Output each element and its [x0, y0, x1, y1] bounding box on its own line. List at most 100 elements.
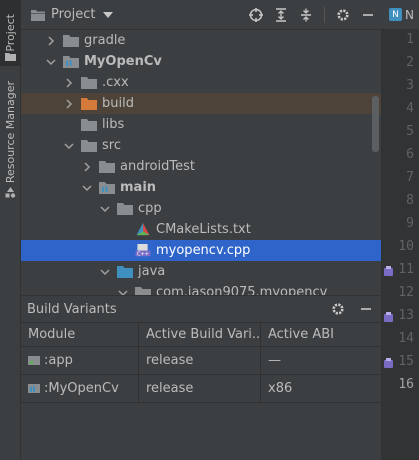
module-folder-icon	[63, 56, 79, 68]
line-number: 12	[398, 285, 414, 300]
minimize-icon[interactable]	[361, 8, 375, 22]
tree-item-libs[interactable]: libs	[21, 114, 381, 135]
folder-icon	[63, 35, 79, 47]
tree-item-label: MyOpenCv	[84, 54, 162, 69]
table-row[interactable]: :app release —	[21, 347, 381, 375]
build-variant-cell[interactable]: release	[139, 347, 261, 374]
tree-item-label: cpp	[138, 201, 162, 216]
folder-icon	[81, 140, 97, 152]
tree-item-cxx[interactable]: .cxx	[21, 72, 381, 93]
folder-icon	[117, 203, 133, 215]
chevron-right-icon[interactable]	[63, 98, 75, 110]
resource-manager-icon	[5, 187, 16, 198]
line-number: 10	[398, 239, 414, 254]
library-module-icon	[28, 384, 40, 393]
line-number: 7	[406, 170, 414, 185]
tree-item-androidtest[interactable]: androidTest	[21, 156, 381, 177]
folder-icon	[99, 161, 115, 173]
editor-tab-label: N	[405, 7, 414, 22]
build-variants-title: Build Variants	[27, 301, 117, 317]
chevron-right-icon[interactable]	[81, 161, 93, 173]
build-variants-header: Build Variants	[21, 296, 381, 322]
resource-manager-tab-label: Resource Manager	[4, 80, 17, 184]
project-folder-icon	[31, 9, 45, 21]
tree-item-cpp[interactable]: cpp	[21, 198, 381, 219]
chevron-down-icon[interactable]	[45, 56, 57, 68]
tree-item-label: com.jason9075.myopencv	[156, 285, 328, 295]
package-folder-icon	[135, 287, 151, 295]
line-number: 3	[406, 78, 414, 93]
build-variant-cell[interactable]: release	[139, 375, 261, 402]
module-cell: :MyOpenCv	[21, 375, 139, 402]
line-number: 9	[406, 216, 414, 231]
module-name: :MyOpenCv	[44, 381, 119, 396]
navigate-to-declaration-icon[interactable]	[384, 358, 393, 368]
abi-cell[interactable]: x86	[261, 375, 381, 402]
tree-item-java[interactable]: java	[21, 261, 381, 282]
gear-icon[interactable]	[336, 8, 350, 22]
abi-cell[interactable]: —	[261, 347, 381, 374]
gear-icon[interactable]	[331, 302, 345, 316]
project-tab-label: Project	[4, 14, 17, 52]
tree-item-build[interactable]: build	[21, 93, 381, 114]
chevron-down-icon[interactable]	[63, 140, 75, 152]
app-module-icon	[28, 356, 40, 365]
editor-tab[interactable]: N N	[381, 0, 419, 30]
line-number: 13	[398, 308, 414, 323]
tree-item-src[interactable]: src	[21, 135, 381, 156]
build-variants-table: Module Active Build Vari... Active ABI :…	[21, 322, 381, 403]
java-source-folder-icon	[117, 266, 133, 278]
excluded-folder-icon	[81, 98, 97, 110]
chevron-down-icon[interactable]	[99, 203, 111, 215]
module-cell: :app	[21, 347, 139, 374]
column-header-active-build-variant[interactable]: Active Build Vari...	[139, 323, 261, 346]
tree-item-gradle[interactable]: gradle	[21, 30, 381, 51]
project-tree: gradle MyOpenCv .cxx build libs src andr…	[21, 30, 381, 295]
view-selector-chevron-down-icon[interactable]	[103, 11, 114, 18]
line-number: 4	[406, 101, 414, 116]
cmake-file-icon	[136, 223, 150, 236]
line-number: 2	[406, 55, 414, 70]
file-type-icon: N	[389, 8, 402, 21]
column-header-module[interactable]: Module	[21, 323, 139, 346]
minimize-icon[interactable]	[359, 302, 373, 316]
tree-item-label: main	[120, 180, 157, 195]
tree-item-myopencv[interactable]: MyOpenCv	[21, 51, 381, 72]
current-line-number: 16	[398, 377, 414, 392]
line-number: 6	[406, 147, 414, 162]
build-variants-panel: Build Variants Module Active Build Vari.…	[21, 295, 381, 460]
locate-icon[interactable]	[249, 7, 263, 22]
tree-item-cmakelists[interactable]: CMakeLists.txt	[21, 219, 381, 240]
table-header-row: Module Active Build Vari... Active ABI	[21, 322, 381, 347]
collapse-all-icon[interactable]	[299, 8, 313, 22]
project-panel: Project gradle MyOpenCv .cxx build libs …	[21, 0, 381, 295]
toolbar-separator	[324, 6, 325, 23]
chevron-right-icon[interactable]	[45, 35, 57, 47]
module-name: :app	[44, 353, 73, 368]
tree-item-label: .cxx	[102, 75, 129, 90]
line-number: 8	[406, 193, 414, 208]
chevron-right-icon[interactable]	[63, 77, 75, 89]
tree-item-label: libs	[102, 117, 125, 132]
tree-item-myopencv-cpp[interactable]: C++ myopencv.cpp	[21, 240, 381, 261]
navigate-to-declaration-icon[interactable]	[384, 312, 393, 322]
tree-item-label: gradle	[84, 33, 126, 48]
cpp-file-icon: C++	[135, 244, 151, 257]
chevron-down-icon[interactable]	[117, 287, 129, 296]
resource-manager-tool-tab[interactable]: Resource Manager	[0, 80, 21, 184]
folder-icon	[5, 53, 16, 61]
table-row[interactable]: :MyOpenCv release x86	[21, 375, 381, 403]
tree-scrollbar[interactable]	[372, 96, 379, 152]
source-root-folder-icon	[99, 182, 115, 194]
tree-item-package[interactable]: com.jason9075.myopencv	[21, 282, 381, 295]
tree-item-label: src	[102, 138, 121, 153]
tree-item-label: CMakeLists.txt	[156, 222, 251, 237]
svg-text:C++: C++	[137, 251, 149, 257]
chevron-down-icon[interactable]	[99, 266, 111, 278]
chevron-down-icon[interactable]	[81, 182, 93, 194]
column-header-active-abi[interactable]: Active ABI	[261, 323, 381, 346]
expand-all-icon[interactable]	[274, 7, 288, 22]
tree-item-main[interactable]: main	[21, 177, 381, 198]
tool-window-strip: Project Resource Manager	[0, 0, 21, 460]
navigate-to-declaration-icon[interactable]	[384, 266, 393, 276]
